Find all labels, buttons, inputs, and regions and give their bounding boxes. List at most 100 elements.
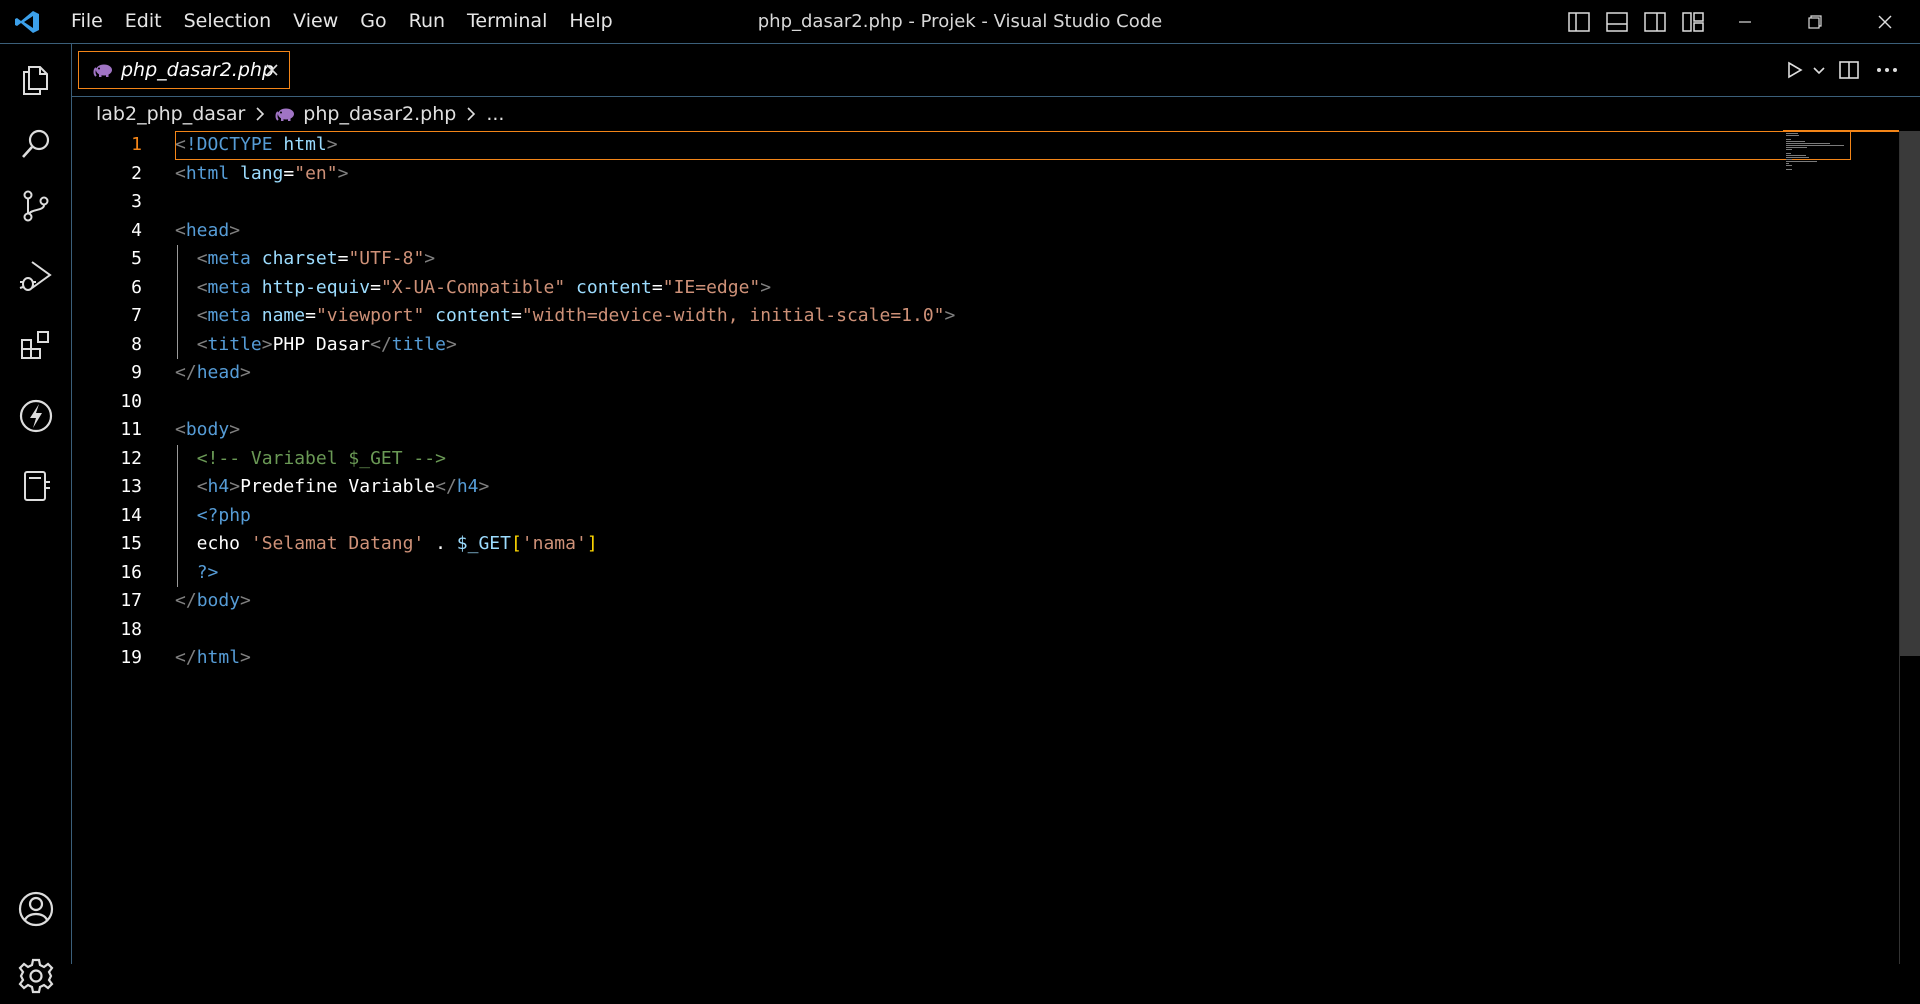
code-line[interactable]: <h4>Predefine Variable</h4> — [175, 473, 1855, 502]
extensions-icon[interactable] — [0, 314, 71, 378]
run-icon[interactable] — [1780, 54, 1808, 86]
code-token: > — [229, 419, 241, 440]
code-token: 'Selamat Datang' — [250, 533, 425, 554]
code-line[interactable] — [175, 616, 1855, 645]
breadcrumb-folder[interactable]: lab2_php_dasar — [96, 103, 245, 125]
code-token: < — [175, 162, 186, 184]
line-number: 1 — [131, 134, 142, 155]
line-number: 15 — [120, 533, 142, 554]
code-token: lang — [240, 162, 284, 184]
code-line[interactable]: <meta charset="UTF-8"> — [175, 245, 1855, 274]
code-token: </ — [435, 476, 457, 497]
more-actions-icon[interactable] — [1868, 54, 1906, 86]
tab-php-dasar2[interactable]: php_dasar2.php — [78, 51, 290, 89]
line-number: 11 — [120, 419, 142, 440]
line-number: 14 — [120, 504, 142, 526]
code-token: http-equiv — [261, 276, 371, 298]
code-token: h4 — [456, 476, 479, 497]
menu-selection[interactable]: Selection — [173, 0, 283, 43]
code-line[interactable]: <head> — [175, 217, 1855, 246]
code-line[interactable]: </head> — [175, 359, 1855, 388]
restore-icon[interactable] — [1780, 0, 1850, 43]
menu-terminal[interactable]: Terminal — [456, 0, 558, 43]
code-line[interactable]: <!-- Variabel $_GET --> — [175, 444, 1855, 473]
code-token: </ — [175, 590, 197, 611]
menu-file[interactable]: File — [60, 0, 114, 43]
toggle-primary-sidebar-icon[interactable] — [1560, 0, 1598, 43]
toggle-secondary-sidebar-icon[interactable] — [1636, 0, 1674, 43]
code-token: < — [196, 305, 208, 326]
scrollbar-thumb[interactable] — [1900, 131, 1920, 656]
breadcrumb-file[interactable]: php_dasar2.php — [303, 103, 456, 125]
code-token: html — [283, 134, 327, 155]
vertical-scrollbar[interactable] — [1899, 131, 1920, 964]
close-tab-icon[interactable] — [261, 59, 283, 81]
code-token: > — [240, 647, 251, 668]
code-line[interactable]: <html lang="en"> — [175, 160, 1855, 189]
code-token: < — [175, 134, 186, 155]
code-line[interactable]: echo 'Selamat Datang' . $_GET['nama'] — [175, 530, 1855, 559]
line-number: 4 — [131, 219, 142, 241]
code-token: > — [229, 476, 241, 497]
code-line[interactable]: <meta name="viewport" content="width=dev… — [175, 302, 1855, 331]
code-line[interactable]: <title>PHP Dasar</title> — [175, 330, 1855, 359]
menu-help[interactable]: Help — [558, 0, 623, 43]
code-line[interactable]: <meta http-equiv="X-UA-Compatible" conte… — [175, 273, 1855, 302]
lightning-extension-icon[interactable] — [0, 384, 71, 448]
source-control-icon[interactable] — [0, 174, 71, 238]
menu-bar: File Edit Selection View Go Run Terminal Help — [60, 0, 624, 43]
code-line[interactable]: <?php — [175, 501, 1855, 530]
split-editor-icon[interactable] — [1830, 54, 1868, 86]
run-and-debug-icon[interactable] — [0, 244, 71, 308]
minimize-icon[interactable] — [1710, 0, 1780, 43]
code-token: > — [445, 333, 457, 355]
explorer-icon[interactable] — [0, 48, 71, 112]
code-area[interactable]: <!DOCTYPE html> <html lang="en"> <head> <m… — [175, 131, 1855, 673]
code-token: > — [337, 162, 349, 184]
breadcrumb-more[interactable]: ... — [486, 103, 504, 125]
indent-guide — [177, 444, 178, 473]
code-line[interactable]: </body> — [175, 587, 1855, 616]
line-number: 19 — [120, 647, 142, 668]
code-token: <?php — [196, 504, 251, 526]
code-line[interactable] — [175, 188, 1855, 217]
title-bar: File Edit Selection View Go Run Terminal Help p… — [0, 0, 1920, 44]
manage-gear-icon[interactable] — [0, 948, 71, 1004]
code-token: "X-UA-Compatible" — [380, 276, 566, 298]
menu-go[interactable]: Go — [349, 0, 397, 43]
code-token: "en" — [294, 162, 338, 184]
code-token: ?> — [196, 561, 219, 583]
code-token: head — [185, 219, 230, 241]
minimap[interactable] — [1786, 131, 1886, 191]
menu-view[interactable]: View — [282, 0, 349, 43]
code-line[interactable]: <!DOCTYPE html> — [175, 131, 1851, 160]
code-token: content — [435, 305, 512, 326]
code-token: > — [424, 248, 436, 269]
code-line[interactable] — [175, 388, 1855, 417]
code-line[interactable]: <body> — [175, 416, 1855, 445]
code-token: > — [944, 305, 956, 326]
code-token: > — [478, 476, 490, 497]
minimap-line — [1786, 159, 1792, 160]
code-editor[interactable]: 1 2 3 4 5 6 7 8 9 10 11 12 13 14 15 16 17 18 19 <!DOCTYPE … — [72, 131, 1920, 964]
customize-layout-icon[interactable] — [1674, 0, 1712, 43]
search-icon[interactable] — [0, 112, 71, 176]
remote-explorer-icon[interactable] — [0, 454, 71, 518]
toggle-panel-icon[interactable] — [1598, 0, 1636, 43]
chevron-down-icon[interactable] — [1808, 54, 1830, 86]
accounts-icon[interactable] — [0, 877, 71, 941]
code-token: meta — [207, 248, 251, 269]
code-token: meta — [207, 305, 251, 326]
menu-edit[interactable]: Edit — [114, 0, 173, 43]
close-window-icon[interactable] — [1850, 0, 1920, 43]
code-line[interactable]: </html> — [175, 644, 1855, 673]
menu-run[interactable]: Run — [398, 0, 456, 43]
code-token: name — [261, 305, 306, 326]
code-line[interactable]: ?> — [175, 558, 1855, 587]
